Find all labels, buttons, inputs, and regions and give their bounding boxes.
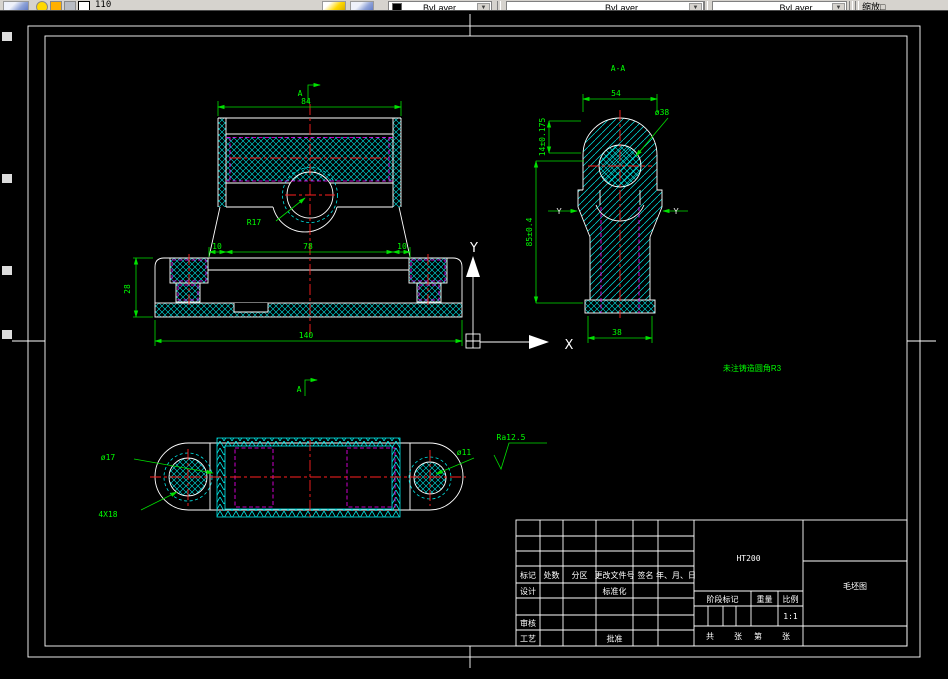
tb-audit-label: 审核 [520, 618, 536, 628]
tb-weight-label: 重量 [757, 594, 773, 604]
diameter-label: ø38 [655, 108, 670, 117]
dim-text-step-left: 10 [212, 242, 222, 251]
plan-center-inner [224, 445, 393, 510]
base-hidden-outlines [171, 259, 446, 301]
dim-text-step-mid: 78 [303, 242, 313, 251]
casting-note: 未注铸造圆角R3 [723, 363, 782, 373]
radius-label: R17 [247, 218, 262, 227]
hatch-left-strip [218, 118, 226, 207]
toolbar-separator [849, 1, 853, 10]
title-block: 标记 处数 分区 更改文件号 签名 年、月、日 设计 标准化 审核 工艺 批准 … [515, 519, 908, 647]
layer-freeze-icon[interactable] [50, 1, 62, 10]
datum-label-left: Y [556, 207, 562, 216]
color-combo-value: ByLayer [423, 3, 457, 11]
roughness-icon [493, 442, 547, 471]
dim-text-left-height: 28 [123, 284, 132, 294]
base-block-left-lower [175, 282, 201, 303]
datum-label-right: Y [673, 207, 679, 216]
layer-combo-value[interactable]: 110 [95, 0, 111, 10]
top-toolbar: 110 ByLayer ▼ ByLayer ▼ ByLayer ▼ 缩放□ [0, 0, 948, 11]
tb-header-date: 年、月、日 [656, 570, 696, 580]
radius-leader [275, 197, 306, 222]
plan-view: ø17 4X18 ø11 Ra12.5 A [98, 377, 547, 519]
dim-text-height-tol: 14±0.175 [538, 118, 547, 157]
dim-text-section-top: 54 [611, 89, 621, 98]
toolbar-separator [497, 1, 501, 10]
linetype-combo[interactable]: ByLayer ▼ [506, 1, 704, 11]
dia-left-label: ø17 [101, 453, 116, 462]
drawing-canvas[interactable]: 84 10 78 10 28 140 R17 A A-A 54 ø38 14±0… [0, 0, 948, 679]
tb-sheet-unit1: 张 [734, 632, 742, 641]
chevron-down-icon[interactable]: ▼ [689, 3, 702, 10]
chevron-down-icon[interactable]: ▼ [477, 3, 490, 10]
tb-sheet-total: 共 [706, 632, 714, 641]
tb-design-label: 设计 [520, 586, 536, 596]
hatch-right-strip [393, 118, 401, 207]
hatch-main-band [226, 137, 393, 181]
tb-stage-label: 阶段标记 [707, 594, 739, 604]
tb-standard-label: 标准化 [603, 586, 627, 596]
color-swatch-icon [392, 3, 402, 10]
slab-notch [233, 303, 269, 313]
tb-scale-label: 比例 [783, 594, 799, 604]
section-view: A-A 54 ø38 14±0.175 85±0.4 38 Y Y [525, 64, 688, 343]
layer-color-icon[interactable] [78, 1, 90, 10]
dia-right-label: ø11 [457, 448, 472, 457]
holes-label: 4X18 [98, 510, 117, 519]
section-title: A-A [611, 64, 626, 73]
lineweight-combo-value: ByLayer [779, 3, 813, 11]
base-block-right-lower [416, 282, 442, 303]
dim-text-top-width: 84 [301, 97, 311, 106]
tb-sheet-page: 第 [754, 631, 762, 641]
toolbar-right-label: 缩放□ [862, 2, 886, 11]
tb-sheet-unit2: 张 [782, 632, 790, 641]
section-arrow-plan [304, 377, 318, 396]
ucs-icon: Y X [465, 241, 574, 353]
holes-leader [140, 491, 178, 511]
tb-scale-value: 1:1 [783, 612, 798, 621]
make-object-layer-current-icon[interactable] [322, 1, 346, 10]
ucs-x-label: X [565, 338, 574, 353]
roughness-label: Ra12.5 [497, 433, 526, 442]
layer-on-icon[interactable] [36, 1, 48, 10]
dim-text-overall-tol: 85±0.4 [525, 217, 534, 246]
tb-header-count: 处数 [544, 570, 560, 580]
section-label-plan: A [297, 385, 302, 394]
toolbar-separator [855, 1, 859, 10]
dim-text-step-right: 10 [397, 242, 407, 251]
color-combo[interactable]: ByLayer ▼ [388, 1, 492, 11]
lineweight-combo[interactable]: ByLayer ▼ [712, 1, 847, 11]
cad-application-window: 110 ByLayer ▼ ByLayer ▼ ByLayer ▼ 缩放□ 84… [0, 0, 948, 679]
ucs-x-arrow [529, 335, 549, 349]
toolbar-separator [704, 1, 708, 10]
linetype-combo-value: ByLayer [605, 3, 639, 11]
tb-header-doc: 更改文件号 [595, 570, 635, 580]
tb-process-label: 工艺 [520, 635, 536, 644]
ucs-y-arrow [466, 256, 480, 277]
layer-lock-icon[interactable] [64, 1, 76, 10]
left-edge-ui-fragments [2, 32, 12, 339]
dim-text-section-bottom: 38 [612, 328, 622, 337]
tb-header-zone: 分区 [572, 571, 588, 580]
tb-header-mark: 标记 [520, 570, 536, 580]
dim-text-bottom-width: 140 [299, 331, 314, 340]
tb-drawing-title: 毛坯图 [843, 581, 867, 591]
layer-properties-icon[interactable] [3, 1, 29, 10]
tb-header-sign: 签名 [638, 570, 654, 580]
chevron-down-icon[interactable]: ▼ [832, 3, 845, 10]
base-slab [154, 302, 463, 318]
section-label-top: A [298, 89, 303, 98]
layer-states-icon[interactable] [350, 1, 374, 10]
ucs-y-label: Y [469, 241, 478, 256]
tb-approve-label: 批准 [607, 634, 623, 644]
sheet-outer-border [27, 25, 921, 658]
tb-material: HT200 [736, 554, 760, 563]
front-view: 84 10 78 10 28 140 R17 A [123, 82, 463, 346]
